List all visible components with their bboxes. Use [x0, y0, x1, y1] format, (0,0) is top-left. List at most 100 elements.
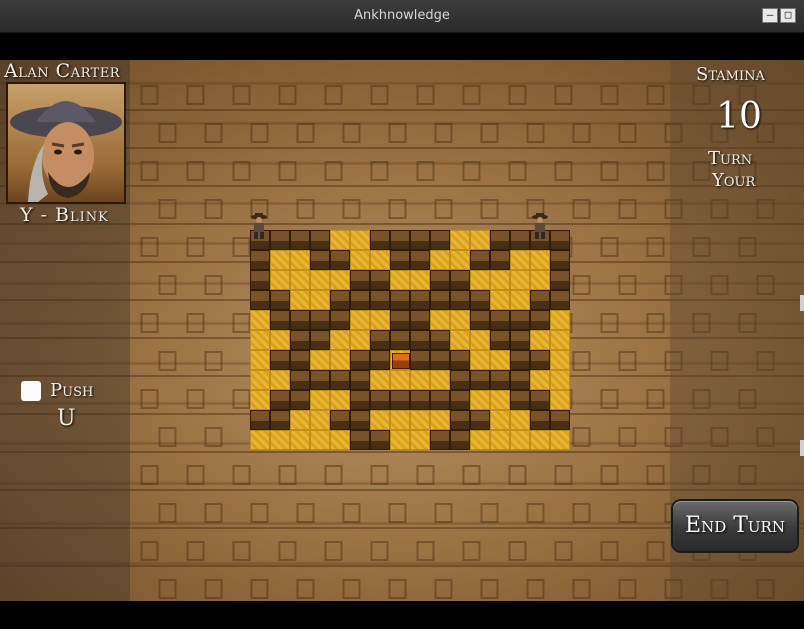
- wall-tile[interactable]: [290, 330, 310, 350]
- floor-tile[interactable]: [290, 410, 310, 430]
- wall-tile[interactable]: [370, 290, 390, 310]
- floor-tile[interactable]: [390, 430, 410, 450]
- wall-tile[interactable]: [290, 230, 310, 250]
- wall-tile[interactable]: [310, 370, 330, 390]
- floor-tile[interactable]: [450, 230, 470, 250]
- wall-tile[interactable]: [270, 310, 290, 330]
- floor-tile[interactable]: [310, 350, 330, 370]
- wall-tile[interactable]: [430, 270, 450, 290]
- wall-tile[interactable]: [510, 390, 530, 410]
- floor-tile[interactable]: [310, 410, 330, 430]
- wall-tile[interactable]: [310, 310, 330, 330]
- wall-tile[interactable]: [250, 250, 270, 270]
- wall-tile[interactable]: [410, 390, 430, 410]
- wall-tile[interactable]: [310, 230, 330, 250]
- wall-tile[interactable]: [390, 330, 410, 350]
- wall-tile[interactable]: [370, 390, 390, 410]
- floor-tile[interactable]: [490, 430, 510, 450]
- floor-tile[interactable]: [470, 270, 490, 290]
- treasure-chest-icon[interactable]: [392, 353, 410, 369]
- floor-tile[interactable]: [530, 370, 550, 390]
- wall-tile[interactable]: [430, 390, 450, 410]
- floor-tile[interactable]: [490, 290, 510, 310]
- floor-tile[interactable]: [470, 430, 490, 450]
- wall-tile[interactable]: [490, 370, 510, 390]
- floor-tile[interactable]: [370, 370, 390, 390]
- wall-tile[interactable]: [370, 230, 390, 250]
- wall-tile[interactable]: [390, 290, 410, 310]
- floor-tile[interactable]: [550, 330, 570, 350]
- floor-tile[interactable]: [530, 330, 550, 350]
- wall-tile[interactable]: [530, 290, 550, 310]
- floor-tile[interactable]: [330, 390, 350, 410]
- wall-tile[interactable]: [430, 350, 450, 370]
- wall-tile[interactable]: [350, 390, 370, 410]
- push-checkbox[interactable]: [21, 381, 41, 401]
- floor-tile[interactable]: [290, 270, 310, 290]
- wall-tile[interactable]: [550, 410, 570, 430]
- floor-tile[interactable]: [270, 270, 290, 290]
- wall-tile[interactable]: [530, 390, 550, 410]
- wall-tile[interactable]: [350, 350, 370, 370]
- floor-tile[interactable]: [530, 430, 550, 450]
- wall-tile[interactable]: [490, 230, 510, 250]
- floor-tile[interactable]: [390, 410, 410, 430]
- wall-tile[interactable]: [450, 350, 470, 370]
- floor-tile[interactable]: [450, 330, 470, 350]
- floor-tile[interactable]: [450, 250, 470, 270]
- wall-tile[interactable]: [430, 230, 450, 250]
- wall-tile[interactable]: [550, 290, 570, 310]
- floor-tile[interactable]: [550, 310, 570, 330]
- wall-tile[interactable]: [250, 290, 270, 310]
- floor-tile[interactable]: [370, 410, 390, 430]
- wall-tile[interactable]: [510, 310, 530, 330]
- wall-tile[interactable]: [290, 370, 310, 390]
- floor-tile[interactable]: [370, 310, 390, 330]
- floor-tile[interactable]: [330, 330, 350, 350]
- wall-tile[interactable]: [290, 310, 310, 330]
- floor-tile[interactable]: [250, 330, 270, 350]
- explorer-2[interactable]: [531, 212, 549, 240]
- floor-tile[interactable]: [510, 270, 530, 290]
- wall-tile[interactable]: [510, 330, 530, 350]
- wall-tile[interactable]: [290, 390, 310, 410]
- floor-tile[interactable]: [350, 230, 370, 250]
- wall-tile[interactable]: [330, 370, 350, 390]
- wall-tile[interactable]: [410, 350, 430, 370]
- floor-tile[interactable]: [370, 250, 390, 270]
- wall-tile[interactable]: [430, 330, 450, 350]
- floor-tile[interactable]: [550, 390, 570, 410]
- wall-tile[interactable]: [310, 250, 330, 270]
- floor-tile[interactable]: [330, 270, 350, 290]
- explorer-1[interactable]: [250, 212, 268, 240]
- floor-tile[interactable]: [450, 310, 470, 330]
- floor-tile[interactable]: [290, 290, 310, 310]
- floor-tile[interactable]: [350, 310, 370, 330]
- wall-tile[interactable]: [550, 250, 570, 270]
- floor-tile[interactable]: [470, 390, 490, 410]
- floor-tile[interactable]: [410, 430, 430, 450]
- floor-tile[interactable]: [250, 350, 270, 370]
- wall-tile[interactable]: [450, 290, 470, 310]
- floor-tile[interactable]: [290, 430, 310, 450]
- wall-tile[interactable]: [270, 410, 290, 430]
- floor-tile[interactable]: [430, 370, 450, 390]
- floor-tile[interactable]: [250, 430, 270, 450]
- wall-tile[interactable]: [470, 310, 490, 330]
- wall-tile[interactable]: [350, 430, 370, 450]
- floor-tile[interactable]: [470, 230, 490, 250]
- floor-tile[interactable]: [470, 350, 490, 370]
- wall-tile[interactable]: [530, 350, 550, 370]
- wall-tile[interactable]: [470, 370, 490, 390]
- wall-tile[interactable]: [450, 390, 470, 410]
- floor-tile[interactable]: [250, 310, 270, 330]
- wall-tile[interactable]: [470, 290, 490, 310]
- floor-tile[interactable]: [490, 350, 510, 370]
- floor-tile[interactable]: [490, 390, 510, 410]
- floor-tile[interactable]: [330, 430, 350, 450]
- game-board[interactable]: [250, 230, 570, 450]
- wall-tile[interactable]: [410, 310, 430, 330]
- wall-tile[interactable]: [370, 350, 390, 370]
- floor-tile[interactable]: [350, 250, 370, 270]
- wall-tile[interactable]: [250, 410, 270, 430]
